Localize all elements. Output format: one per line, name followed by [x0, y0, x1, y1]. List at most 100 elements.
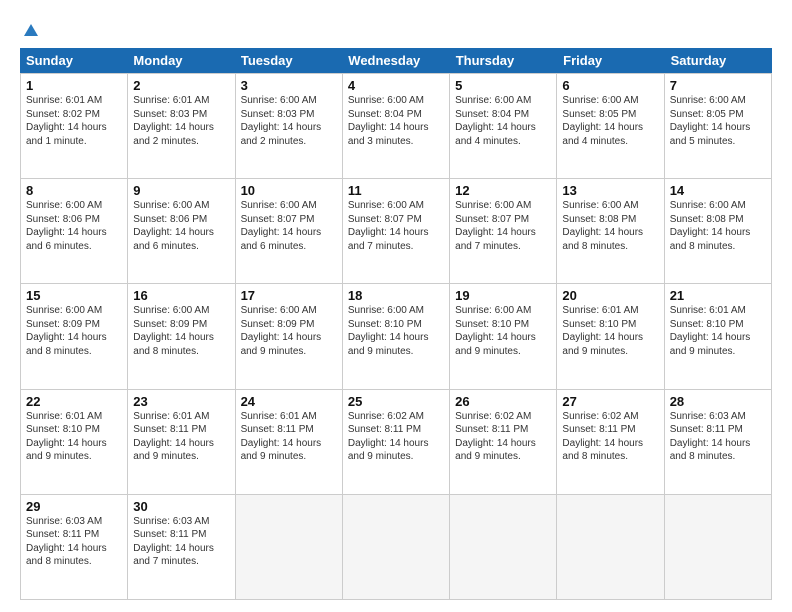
- day-number: 2: [133, 78, 229, 93]
- day-number: 12: [455, 183, 551, 198]
- calendar-body: 1Sunrise: 6:01 AMSunset: 8:02 PMDaylight…: [20, 73, 772, 600]
- cell-line: Daylight: 14 hours: [241, 226, 337, 240]
- cell-line: Sunset: 8:02 PM: [26, 108, 122, 122]
- cell-line: Sunset: 8:04 PM: [348, 108, 444, 122]
- day-number: 11: [348, 183, 444, 198]
- cell-line: Sunrise: 6:00 AM: [455, 94, 551, 108]
- cell-line: Sunrise: 6:00 AM: [241, 94, 337, 108]
- cell-line: Sunset: 8:11 PM: [133, 423, 229, 437]
- day-cell-5: 5Sunrise: 6:00 AMSunset: 8:04 PMDaylight…: [450, 74, 557, 179]
- header-day-saturday: Saturday: [665, 48, 772, 73]
- cell-line: and 9 minutes.: [348, 450, 444, 464]
- cell-line: and 8 minutes.: [26, 345, 122, 359]
- cell-line: and 7 minutes.: [455, 240, 551, 254]
- cell-line: Sunrise: 6:00 AM: [348, 94, 444, 108]
- day-cell-3: 3Sunrise: 6:00 AMSunset: 8:03 PMDaylight…: [236, 74, 343, 179]
- cell-line: Sunrise: 6:00 AM: [26, 304, 122, 318]
- cell-line: Daylight: 14 hours: [348, 437, 444, 451]
- day-cell-9: 9Sunrise: 6:00 AMSunset: 8:06 PMDaylight…: [128, 179, 235, 284]
- day-number: 3: [241, 78, 337, 93]
- cell-line: and 9 minutes.: [670, 345, 766, 359]
- day-cell-13: 13Sunrise: 6:00 AMSunset: 8:08 PMDayligh…: [557, 179, 664, 284]
- header-day-sunday: Sunday: [20, 48, 127, 73]
- day-number: 10: [241, 183, 337, 198]
- cell-line: Daylight: 14 hours: [133, 121, 229, 135]
- cell-line: Sunrise: 6:00 AM: [670, 94, 766, 108]
- cell-line: and 6 minutes.: [133, 240, 229, 254]
- day-cell-20: 20Sunrise: 6:01 AMSunset: 8:10 PMDayligh…: [557, 284, 664, 389]
- cell-line: Sunrise: 6:00 AM: [348, 199, 444, 213]
- header-day-thursday: Thursday: [450, 48, 557, 73]
- cell-line: and 4 minutes.: [562, 135, 658, 149]
- day-cell-2: 2Sunrise: 6:01 AMSunset: 8:03 PMDaylight…: [128, 74, 235, 179]
- cell-line: and 8 minutes.: [562, 450, 658, 464]
- cell-line: Sunset: 8:10 PM: [562, 318, 658, 332]
- cell-line: and 7 minutes.: [348, 240, 444, 254]
- day-cell-22: 22Sunrise: 6:01 AMSunset: 8:10 PMDayligh…: [21, 390, 128, 495]
- cell-line: and 8 minutes.: [670, 450, 766, 464]
- cell-line: Sunset: 8:07 PM: [241, 213, 337, 227]
- cell-line: Daylight: 14 hours: [562, 121, 658, 135]
- day-number: 6: [562, 78, 658, 93]
- day-cell-29: 29Sunrise: 6:03 AMSunset: 8:11 PMDayligh…: [21, 495, 128, 600]
- cell-line: and 8 minutes.: [562, 240, 658, 254]
- calendar: SundayMondayTuesdayWednesdayThursdayFrid…: [20, 48, 772, 600]
- day-cell-11: 11Sunrise: 6:00 AMSunset: 8:07 PMDayligh…: [343, 179, 450, 284]
- day-cell-17: 17Sunrise: 6:00 AMSunset: 8:09 PMDayligh…: [236, 284, 343, 389]
- cell-line: Sunrise: 6:02 AM: [455, 410, 551, 424]
- cell-line: Sunrise: 6:00 AM: [670, 199, 766, 213]
- cell-line: Sunset: 8:11 PM: [241, 423, 337, 437]
- day-number: 19: [455, 288, 551, 303]
- day-number: 27: [562, 394, 658, 409]
- calendar-row-0: 1Sunrise: 6:01 AMSunset: 8:02 PMDaylight…: [21, 74, 772, 179]
- empty-cell: [665, 495, 772, 600]
- header: [20, 18, 772, 40]
- day-number: 20: [562, 288, 658, 303]
- day-cell-24: 24Sunrise: 6:01 AMSunset: 8:11 PMDayligh…: [236, 390, 343, 495]
- cell-line: Daylight: 14 hours: [241, 121, 337, 135]
- cell-line: Daylight: 14 hours: [562, 331, 658, 345]
- day-cell-21: 21Sunrise: 6:01 AMSunset: 8:10 PMDayligh…: [665, 284, 772, 389]
- day-cell-23: 23Sunrise: 6:01 AMSunset: 8:11 PMDayligh…: [128, 390, 235, 495]
- day-cell-8: 8Sunrise: 6:00 AMSunset: 8:06 PMDaylight…: [21, 179, 128, 284]
- day-cell-6: 6Sunrise: 6:00 AMSunset: 8:05 PMDaylight…: [557, 74, 664, 179]
- cell-line: Sunset: 8:10 PM: [26, 423, 122, 437]
- day-cell-15: 15Sunrise: 6:00 AMSunset: 8:09 PMDayligh…: [21, 284, 128, 389]
- cell-line: Sunrise: 6:01 AM: [26, 94, 122, 108]
- day-number: 23: [133, 394, 229, 409]
- day-number: 5: [455, 78, 551, 93]
- cell-line: Sunrise: 6:00 AM: [562, 199, 658, 213]
- day-number: 8: [26, 183, 122, 198]
- day-cell-14: 14Sunrise: 6:00 AMSunset: 8:08 PMDayligh…: [665, 179, 772, 284]
- cell-line: Sunrise: 6:01 AM: [670, 304, 766, 318]
- cell-line: Sunset: 8:03 PM: [133, 108, 229, 122]
- cell-line: Daylight: 14 hours: [348, 226, 444, 240]
- cell-line: and 3 minutes.: [348, 135, 444, 149]
- cell-line: Sunrise: 6:00 AM: [241, 304, 337, 318]
- cell-line: Sunset: 8:06 PM: [26, 213, 122, 227]
- day-number: 14: [670, 183, 766, 198]
- day-number: 4: [348, 78, 444, 93]
- cell-line: Sunset: 8:03 PM: [241, 108, 337, 122]
- day-number: 7: [670, 78, 766, 93]
- cell-line: Daylight: 14 hours: [348, 331, 444, 345]
- cell-line: Sunset: 8:10 PM: [348, 318, 444, 332]
- cell-line: Sunset: 8:11 PM: [26, 528, 122, 542]
- day-number: 29: [26, 499, 122, 514]
- cell-line: Sunset: 8:06 PM: [133, 213, 229, 227]
- cell-line: Daylight: 14 hours: [562, 226, 658, 240]
- day-cell-27: 27Sunrise: 6:02 AMSunset: 8:11 PMDayligh…: [557, 390, 664, 495]
- day-number: 18: [348, 288, 444, 303]
- cell-line: Daylight: 14 hours: [26, 331, 122, 345]
- cell-line: and 6 minutes.: [241, 240, 337, 254]
- cell-line: Sunset: 8:05 PM: [562, 108, 658, 122]
- cell-line: Sunrise: 6:00 AM: [455, 304, 551, 318]
- day-number: 24: [241, 394, 337, 409]
- cell-line: Sunrise: 6:00 AM: [348, 304, 444, 318]
- day-number: 30: [133, 499, 229, 514]
- cell-line: Daylight: 14 hours: [133, 542, 229, 556]
- day-number: 13: [562, 183, 658, 198]
- cell-line: Sunset: 8:07 PM: [348, 213, 444, 227]
- page: SundayMondayTuesdayWednesdayThursdayFrid…: [0, 0, 792, 612]
- day-number: 15: [26, 288, 122, 303]
